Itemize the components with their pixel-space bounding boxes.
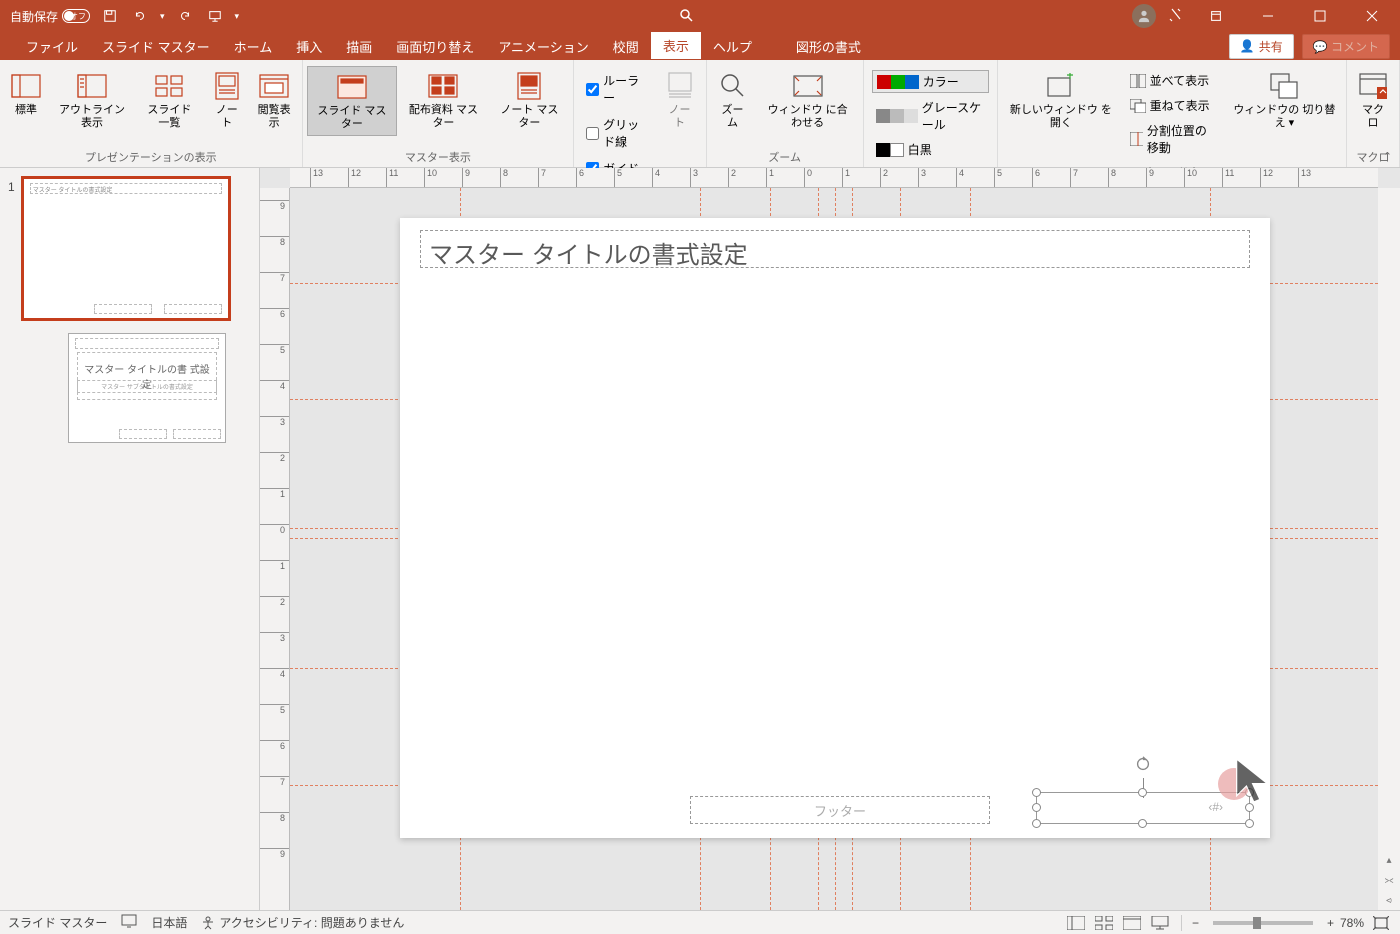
ribbon-tabs: ファイル スライド マスター ホーム 挿入 描画 画面切り替え アニメーション …	[0, 32, 1400, 60]
switch-windows-button[interactable]: ウィンドウの 切り替え ▾	[1227, 66, 1342, 134]
tab-shape-format[interactable]: 図形の書式	[784, 33, 873, 60]
status-language[interactable]: 日本語	[151, 914, 187, 931]
zoom-in-button[interactable]: +	[1327, 916, 1334, 930]
gridlines-checkbox[interactable]: グリッド線	[582, 114, 651, 152]
redo-icon[interactable]	[175, 6, 195, 26]
horizontal-ruler[interactable]: /* ticks rendered below */ 1312111098765…	[290, 168, 1378, 188]
vertical-scrollbar[interactable]: ▴ ⪥ ⪦	[1378, 188, 1400, 910]
autosave-label: 自動保存	[10, 8, 58, 25]
group-macros: マクロ マクロ	[1347, 60, 1400, 167]
group-master-views: スライド マスター 配布資料 マスター ノート マスター マスター表示	[303, 60, 575, 167]
group-presentation-views: 標準 アウトライン 表示 スライド 一覧 ノー ト 閲覧表示 プレゼンテーション…	[0, 60, 303, 167]
macros-button[interactable]: マクロ	[1351, 66, 1395, 134]
slide-sorter-view-icon[interactable]	[1093, 914, 1115, 932]
reading-view-button[interactable]: 閲覧表示	[251, 66, 298, 134]
tab-transitions[interactable]: 画面切り替え	[384, 33, 486, 60]
autosave-toggle[interactable]: 自動保存 オフ	[10, 8, 90, 25]
resize-handle[interactable]	[1032, 788, 1041, 797]
master-title-placeholder[interactable]: マスター タイトルの書式設定	[420, 230, 1250, 268]
accessibility-status[interactable]: アクセシビリティ: 問題ありません	[201, 914, 404, 931]
move-split-button[interactable]: 分割位置の移動	[1126, 120, 1221, 158]
resize-handle[interactable]	[1032, 819, 1041, 828]
display-settings-icon[interactable]	[121, 914, 137, 931]
close-button[interactable]	[1352, 0, 1392, 32]
click-indicator	[1218, 768, 1250, 800]
title-bar: 自動保存 オフ ▾ ▾	[0, 0, 1400, 32]
tab-file[interactable]: ファイル	[14, 33, 90, 60]
start-slideshow-icon[interactable]	[205, 6, 225, 26]
resize-handle[interactable]	[1032, 803, 1041, 812]
group-color-grayscale: カラー グレースケール 白黒 カラー/グレースケール	[864, 60, 998, 167]
cascade-button[interactable]: 重ねて表示	[1126, 95, 1221, 116]
slide-master-button[interactable]: スライド マスター	[307, 66, 398, 136]
master-thumbnail[interactable]: 1 マスター タイトルの書式設定	[8, 176, 251, 321]
tab-home[interactable]: ホーム	[222, 33, 285, 60]
group-show: ルーラー グリッド線 ガイド ノー ト 表示	[574, 60, 706, 167]
slide-area: /* ticks rendered below */ 1312111098765…	[260, 168, 1400, 910]
undo-icon[interactable]	[130, 6, 150, 26]
reading-view-icon[interactable]	[1121, 914, 1143, 932]
share-button[interactable]: 👤共有	[1229, 34, 1294, 59]
fit-window-button[interactable]: ウィンドウ に合わせる	[757, 66, 859, 134]
prev-slide-icon[interactable]: ⪥	[1378, 870, 1400, 890]
thumbnail-panel: 1 マスター タイトルの書式設定 マスター タイトルの書 式設定 マスター サブ…	[0, 168, 260, 910]
resize-handle[interactable]	[1138, 788, 1147, 797]
tab-view[interactable]: 表示	[651, 32, 701, 61]
touch-mode-icon[interactable]	[1168, 7, 1184, 26]
group-zoom: ズーム ウィンドウ に合わせる ズーム	[707, 60, 864, 167]
fit-to-window-icon[interactable]	[1370, 914, 1392, 932]
vertical-ruler[interactable]: 9876543210123456789	[260, 188, 290, 910]
footer-placeholder[interactable]: フッター	[690, 796, 990, 824]
ribbon: 標準 アウトライン 表示 スライド 一覧 ノー ト 閲覧表示 プレゼンテーション…	[0, 60, 1400, 168]
resize-handle[interactable]	[1245, 819, 1254, 828]
slide-canvas[interactable]: マスター タイトルの書式設定 フッター ‹#›	[400, 218, 1270, 838]
status-bar: スライド マスター 日本語 アクセシビリティ: 問題ありません − + 78%	[0, 910, 1400, 934]
zoom-percentage[interactable]: 78%	[1340, 916, 1364, 930]
tab-animations[interactable]: アニメーション	[486, 33, 600, 60]
tab-help[interactable]: ヘルプ	[701, 33, 764, 60]
tab-draw[interactable]: 描画	[334, 33, 384, 60]
slideshow-view-icon[interactable]	[1149, 914, 1171, 932]
arrange-all-button[interactable]: 並べて表示	[1126, 70, 1221, 91]
zoom-out-button[interactable]: −	[1192, 916, 1199, 930]
ribbon-display-icon[interactable]	[1196, 0, 1236, 32]
user-avatar[interactable]	[1132, 4, 1156, 28]
save-icon[interactable]	[100, 6, 120, 26]
slide-sorter-button[interactable]: スライド 一覧	[136, 66, 203, 134]
slide-number-placeholder[interactable]: ‹#›	[1036, 792, 1250, 824]
zoom-slider[interactable]	[1213, 921, 1313, 925]
notes-toggle-button: ノー ト	[658, 66, 702, 134]
tab-review[interactable]: 校閲	[601, 33, 651, 60]
next-slide-icon[interactable]: ⪦	[1378, 890, 1400, 910]
normal-view-icon[interactable]	[1065, 914, 1087, 932]
resize-handle[interactable]	[1138, 819, 1147, 828]
maximize-button[interactable]	[1300, 0, 1340, 32]
status-mode[interactable]: スライド マスター	[8, 914, 107, 931]
tab-slide-master[interactable]: スライド マスター	[90, 33, 222, 60]
outline-view-button[interactable]: アウトライン 表示	[50, 66, 134, 134]
minimize-button[interactable]	[1248, 0, 1288, 32]
cursor-icon	[1230, 753, 1280, 808]
notes-page-button[interactable]: ノー ト	[205, 66, 249, 134]
notes-master-button[interactable]: ノート マスター	[490, 66, 569, 134]
search-icon[interactable]	[678, 7, 694, 26]
grayscale-mode-button[interactable]: グレースケール	[872, 97, 989, 135]
comment-button[interactable]: 💬 コメント	[1302, 34, 1390, 59]
new-window-button[interactable]: 新しいウィンドウ を開く	[1002, 66, 1119, 134]
bw-mode-button[interactable]: 白黒	[872, 139, 989, 160]
ruler-checkbox[interactable]: ルーラー	[582, 70, 651, 108]
scroll-up-icon[interactable]: ▴	[1378, 850, 1400, 870]
layout-thumbnail[interactable]: マスター タイトルの書 式設定 マスター サブタイトルの書式設定	[68, 333, 226, 443]
collapse-ribbon-icon[interactable]: ⌃	[1383, 150, 1392, 163]
normal-view-button[interactable]: 標準	[4, 66, 48, 121]
group-window: 新しいウィンドウ を開く 並べて表示 重ねて表示 分割位置の移動 ウィンドウの …	[998, 60, 1347, 167]
color-mode-button[interactable]: カラー	[872, 70, 989, 93]
undo-dropdown-icon[interactable]: ▾	[160, 11, 165, 22]
tab-insert[interactable]: 挿入	[284, 33, 334, 60]
zoom-button[interactable]: ズーム	[711, 66, 755, 134]
handout-master-button[interactable]: 配布資料 マスター	[399, 66, 488, 134]
